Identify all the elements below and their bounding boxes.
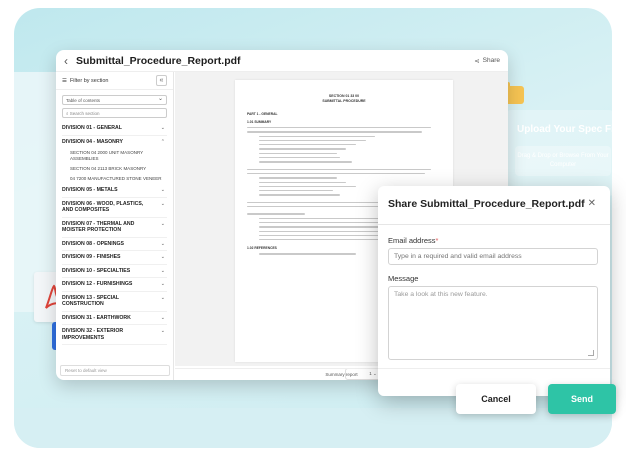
- toc-dropdown-label: Table of contents: [66, 98, 101, 103]
- viewer-title: Submittal_Procedure_Report.pdf: [76, 54, 241, 67]
- background-band: [14, 408, 612, 448]
- upload-dropzone[interactable]: Drag & Drop or Browse From Your Computer: [515, 146, 611, 176]
- chevron-left-icon[interactable]: ‹: [64, 54, 68, 68]
- required-mark: *: [435, 236, 439, 245]
- division-label: DIVISION 31 - EARTHWORK: [62, 314, 131, 321]
- chevron-up-icon: ⌃: [160, 138, 165, 145]
- division-item[interactable]: DIVISION 09 - FINISHES ⌄: [62, 251, 167, 265]
- viewer-header: ‹ Submittal_Procedure_Report.pdf ⋖ Share: [56, 50, 508, 72]
- division-label: DIVISION 12 - FURNISHINGS: [62, 281, 133, 287]
- filter-label: Filter by section: [69, 77, 109, 84]
- dialog-divider: [378, 224, 610, 225]
- reset-view-button[interactable]: Reset to default view: [60, 365, 170, 376]
- division-label: DIVISION 32 - EXTERIOR IMPROVEMENTS: [62, 328, 124, 341]
- chevron-down-icon: ⌄: [160, 267, 165, 274]
- send-button[interactable]: Send: [548, 384, 616, 414]
- division-item[interactable]: DIVISION 07 - THERMAL AND MOISTER PROTEC…: [62, 218, 167, 238]
- chevron-down-icon: ⌄: [160, 328, 165, 334]
- filter-header: ☰ Filter by section «: [56, 72, 173, 90]
- collapse-sidebar-button[interactable]: «: [156, 75, 167, 86]
- division-item[interactable]: DIVISION 32 - EXTERIOR IMPROVEMENTS ⌄: [62, 325, 167, 345]
- chevron-down-icon: ⌄: [160, 314, 165, 321]
- division-label: DIVISION 09 - FINISHES: [62, 254, 121, 260]
- chevron-down-icon: ⌄: [160, 220, 165, 227]
- upload-panel[interactable]: Upload Your Spec File Drag & Drop or Bro…: [505, 110, 622, 196]
- division-label: DIVISION 07 - THERMAL AND MOISTER PROTEC…: [62, 220, 135, 234]
- chevron-down-icon: ⌄: [160, 240, 165, 247]
- division-label: DIVISION 08 - OPENINGS: [62, 240, 124, 247]
- chevron-down-icon: ⌄: [160, 281, 165, 287]
- division-item[interactable]: DIVISION 05 - METALS ⌄: [62, 184, 167, 198]
- share-dialog: Share Submittal_Procedure_Report.pdf ✕ E…: [378, 186, 610, 396]
- section-search-input[interactable]: ⌕ Search section: [62, 108, 167, 118]
- search-placeholder: Search section: [69, 111, 100, 116]
- message-textarea[interactable]: Take a look at this new feature.: [388, 286, 598, 360]
- dialog-title: Share Submittal_Procedure_Report.pdf: [388, 198, 585, 210]
- division-item[interactable]: DIVISION 31 - EARTHWORK ⌄: [62, 312, 167, 325]
- division-list: DIVISION 01 - GENERAL ⌄ DIVISION 04 - MAS…: [56, 122, 173, 345]
- division-item[interactable]: DIVISION 06 - WOOD, PLASTICS, AND COMPOS…: [62, 198, 167, 218]
- division-label: DIVISION 13 - SPECIAL CONSTRUCTION: [62, 294, 119, 308]
- division-item[interactable]: DIVISION 12 - FURNISHINGS ⌄: [62, 278, 167, 292]
- upload-title: Upload Your Spec File: [517, 124, 623, 135]
- chevron-down-icon: ⌄: [160, 254, 165, 260]
- share-button[interactable]: ⋖ Share: [474, 57, 500, 65]
- chevron-down-icon: ⌄: [160, 200, 165, 207]
- division-label: DIVISION 05 - METALS: [62, 187, 118, 193]
- division-item[interactable]: DIVISION 13 - SPECIAL CONSTRUCTION ⌄: [62, 292, 167, 312]
- close-icon[interactable]: ✕: [588, 198, 596, 209]
- section-item[interactable]: SECTION 04 2000 UNIT MASONRY ASSEMBLIES: [62, 148, 167, 164]
- email-label: Email address*: [388, 236, 438, 245]
- division-label: DIVISION 10 - SPECIALTIES: [62, 267, 131, 274]
- chevron-down-icon: ⌄: [160, 125, 165, 131]
- section-item[interactable]: 04 7200 MANUFACTURED STONE VENEER: [62, 174, 167, 184]
- chevron-down-icon: ⌄: [160, 187, 165, 193]
- chevron-down-icon: ⌄: [160, 294, 165, 301]
- message-placeholder: Take a look at this new feature.: [394, 291, 488, 298]
- division-label: DIVISION 01 - GENERAL: [62, 125, 122, 131]
- email-label-text: Email address: [388, 236, 436, 245]
- toc-dropdown[interactable]: Table of contents: [62, 95, 167, 105]
- share-icon: ⋖: [474, 57, 480, 65]
- division-item[interactable]: DIVISION 01 - GENERAL ⌄: [62, 122, 167, 136]
- reset-label: Reset to default view: [65, 368, 107, 373]
- share-label: Share: [482, 57, 500, 64]
- summary-heading: 1.01 SUMMARY: [247, 120, 272, 124]
- division-label: DIVISION 04 - MASONRY: [62, 138, 123, 145]
- division-label: DIVISION 06 - WOOD, PLASTICS, AND COMPOS…: [62, 200, 144, 214]
- cancel-button[interactable]: Cancel: [456, 384, 536, 414]
- email-field[interactable]: [388, 248, 598, 265]
- division-item[interactable]: DIVISION 04 - MASONRY ⌃: [62, 136, 167, 149]
- resize-handle[interactable]: [588, 350, 594, 356]
- section-item[interactable]: SECTION 04 2113 BRICK MASONRY: [62, 164, 167, 174]
- section-name: SUBMITTAL PROCEDURE: [322, 99, 366, 103]
- section-sidebar: ☰ Filter by section « Table of contents …: [56, 72, 174, 380]
- filter-icon: ☰: [62, 77, 67, 84]
- division-item[interactable]: DIVISION 08 - OPENINGS ⌄: [62, 238, 167, 251]
- part-heading: PART 1 - GENERAL: [247, 112, 278, 116]
- message-label: Message: [388, 274, 419, 283]
- division-item[interactable]: DIVISION 10 - SPECIALTIES ⌄: [62, 265, 167, 278]
